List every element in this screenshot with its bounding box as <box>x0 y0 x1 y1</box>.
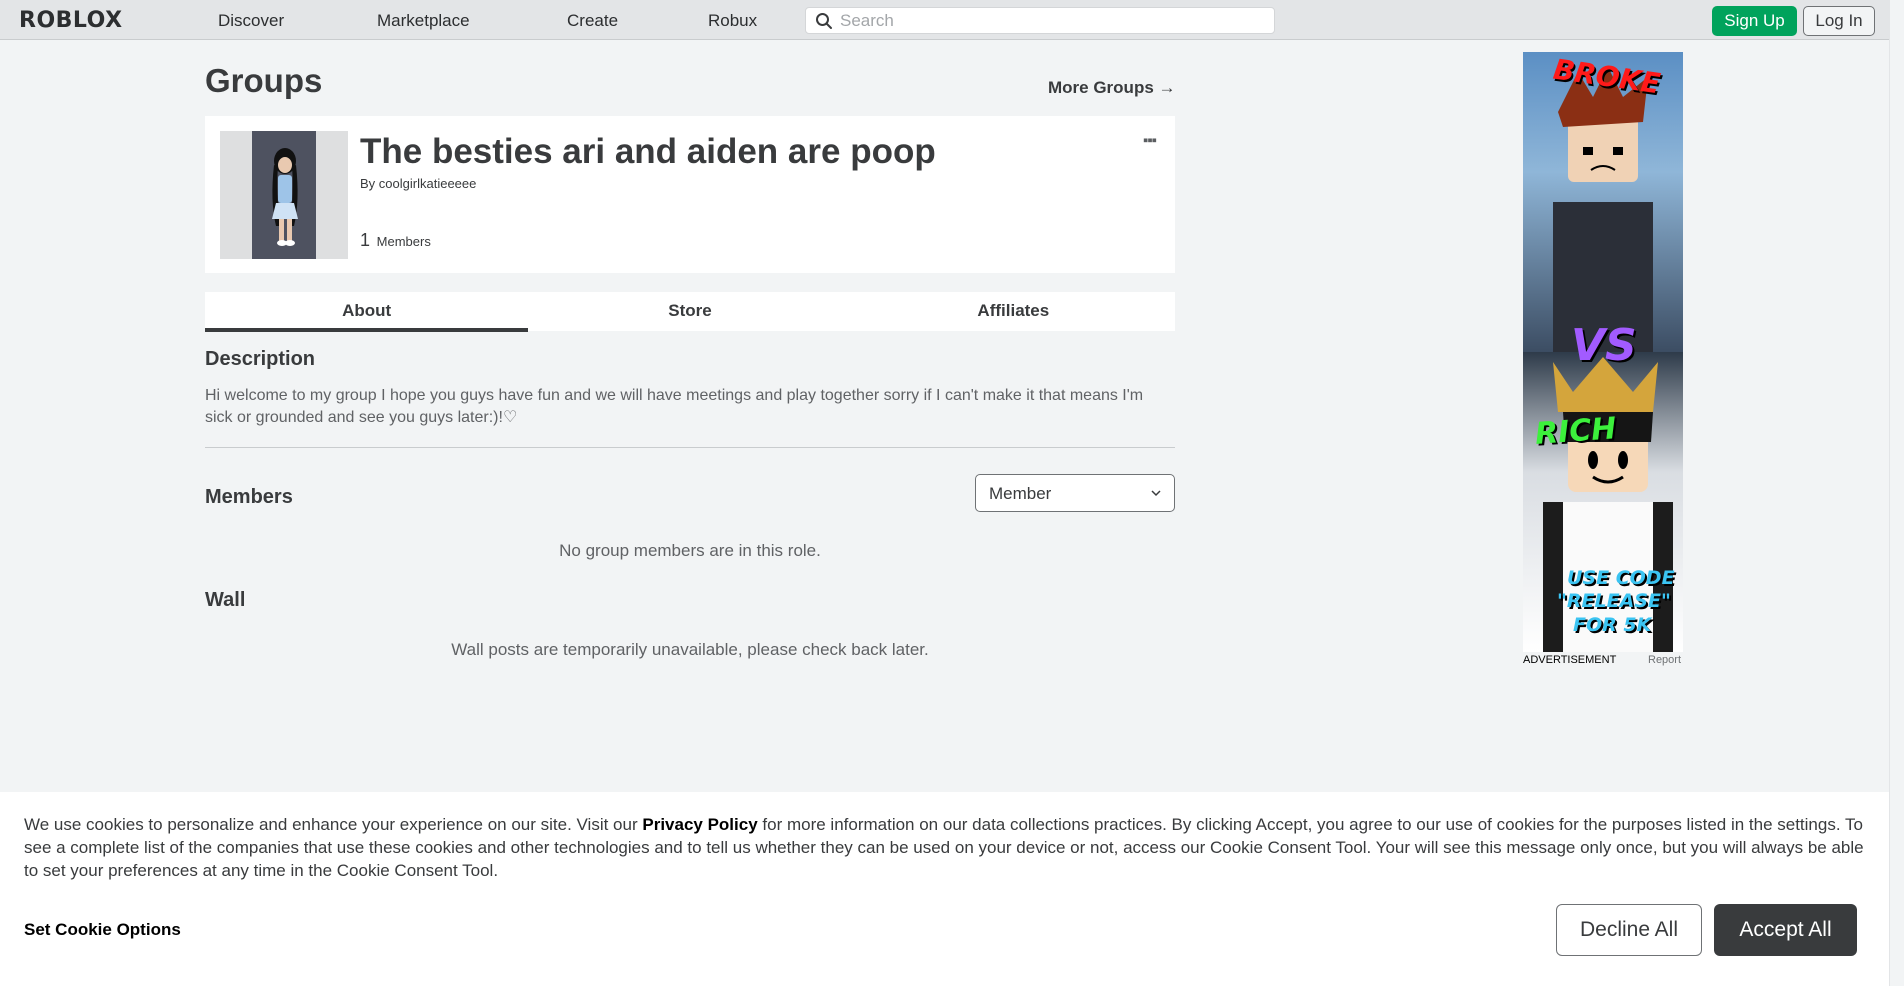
group-emblem-image <box>252 131 316 259</box>
ad-report-link[interactable]: Report <box>1648 654 1681 666</box>
cookie-consent-banner: We use cookies to personalize and enhanc… <box>0 792 1889 986</box>
description-text: Hi welcome to my group I hope you guys h… <box>205 387 1144 426</box>
member-count-label: Members <box>376 234 431 249</box>
description-heading: Description <box>205 348 316 370</box>
accept-all-button[interactable]: Accept All <box>1714 904 1857 956</box>
wall-unavailable-message: Wall posts are temporarily unavailable, … <box>451 640 929 659</box>
group-owner-line: By coolgirlkatieeeee <box>360 176 476 191</box>
group-header-card: The besties ari and aiden are poop By co… <box>205 116 1175 273</box>
no-members-message: No group members are in this role. <box>559 541 821 560</box>
sign-up-button[interactable]: Sign Up <box>1712 6 1797 36</box>
set-cookie-options-link[interactable]: Set Cookie Options <box>24 920 181 940</box>
group-tabs: About Store Affiliates <box>205 292 1175 332</box>
owner-link[interactable]: coolgirlkatieeeee <box>379 176 477 191</box>
top-navigation-bar: RΟBLOX Discover Marketplace Create Robux… <box>0 0 1889 40</box>
chevron-down-icon <box>1151 490 1161 497</box>
nav-create[interactable]: Create <box>567 11 618 31</box>
nav-marketplace[interactable]: Marketplace <box>377 11 470 31</box>
page-title: Groups <box>205 62 323 99</box>
page-scrollbar[interactable] <box>1889 0 1904 986</box>
search-icon <box>816 13 832 29</box>
ad-text-code-3: FOR 5K <box>1573 614 1652 636</box>
advertisement-label: ADVERTISEMENT <box>1523 654 1617 666</box>
search-input[interactable] <box>840 10 1260 32</box>
advertisement-banner[interactable]: BROKE VS RICH USE CODE "RELEASE" FOR 5K <box>1523 52 1683 652</box>
cookie-text-before: We use cookies to personalize and enhanc… <box>24 815 643 834</box>
member-count: 1 Members <box>360 230 431 251</box>
decline-all-button[interactable]: Decline All <box>1556 904 1702 956</box>
group-name: The besties ari and aiden are poop <box>360 132 936 171</box>
section-divider <box>205 447 1175 448</box>
ad-image-top <box>1523 52 1683 352</box>
role-dropdown[interactable]: Member <box>975 474 1175 512</box>
cookie-message: We use cookies to personalize and enhanc… <box>24 813 1874 882</box>
tab-affiliates[interactable]: Affiliates <box>852 292 1175 331</box>
nav-discover[interactable]: Discover <box>218 11 284 31</box>
ad-text-rich: RICH <box>1533 411 1618 452</box>
log-in-button[interactable]: Log In <box>1803 6 1875 36</box>
roblox-logo[interactable]: RΟBLOX <box>19 8 123 33</box>
ad-text-code-1: USE CODE <box>1567 567 1675 589</box>
search-box <box>805 7 1275 34</box>
by-label: By <box>360 176 376 191</box>
ad-text-vs: VS <box>1571 320 1637 371</box>
more-options-icon[interactable]: ▪▪▪ <box>1143 132 1157 149</box>
wall-heading: Wall <box>205 589 246 611</box>
member-count-number: 1 <box>360 230 371 250</box>
privacy-policy-link[interactable]: Privacy Policy <box>642 815 757 834</box>
tab-about[interactable]: About <box>205 292 529 332</box>
ad-text-code-2: "RELEASE" <box>1557 590 1671 612</box>
nav-robux[interactable]: Robux <box>708 11 757 31</box>
members-heading: Members <box>205 486 293 508</box>
more-groups-link[interactable]: More Groups → <box>1048 78 1176 98</box>
group-emblem <box>220 131 348 259</box>
tab-store[interactable]: Store <box>528 292 851 331</box>
role-dropdown-value: Member <box>989 484 1052 503</box>
